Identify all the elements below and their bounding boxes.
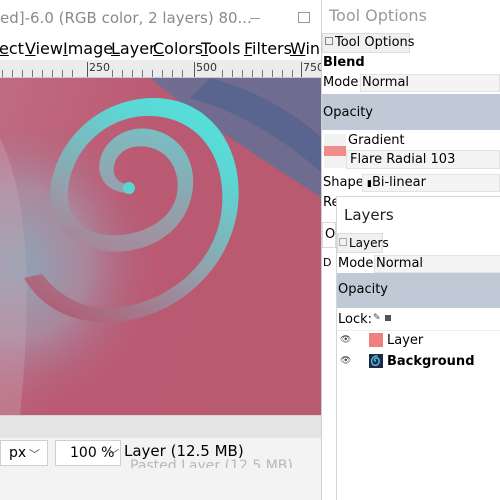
layer-row[interactable]: 👁 Background <box>337 352 500 373</box>
chevron-down-icon: ﹀ <box>108 448 119 461</box>
tab-tool-options[interactable]: Tool Options <box>322 33 415 53</box>
layer-name: Layer <box>387 333 424 348</box>
layer-mode-select[interactable]: Normal <box>374 255 500 273</box>
tool-options-title: Tool Options <box>329 6 427 25</box>
menu-item-layer[interactable]: Layer <box>111 39 156 58</box>
gradient-select[interactable]: Flare Radial 103 <box>346 150 500 169</box>
opacity-slider[interactable]: Opacity <box>322 94 500 130</box>
layer-list: 👁 Layer 👁 Background <box>337 330 500 500</box>
chevron-down-icon: ﹀ <box>29 448 40 461</box>
mode-select[interactable]: Normal <box>360 74 500 92</box>
gradient-preview[interactable] <box>324 134 346 168</box>
layers-panel: Layers Layers Mode: Normal Opacity Lock:… <box>336 196 500 500</box>
offset-field[interactable]: O <box>322 222 336 248</box>
dither-checkbox[interactable]: D <box>323 256 331 269</box>
visibility-eye-icon[interactable]: 👁 <box>340 356 351 366</box>
visibility-eye-icon[interactable]: 👁 <box>340 335 351 345</box>
status-ghost-text: Pasted Layer (12.5 MB) <box>130 458 293 468</box>
canvas-artwork <box>0 78 322 415</box>
shape-row: Shape: ▮Bi-linear <box>322 174 500 192</box>
unit-value: px <box>9 445 27 461</box>
horizontal-scrollbar[interactable] <box>0 416 336 438</box>
tab-menu-icon <box>339 238 347 246</box>
layer-row[interactable]: 👁 Layer <box>337 331 500 352</box>
layer-thumbnail <box>369 354 383 368</box>
tab-layers-label: Layers <box>349 236 389 250</box>
unit-select[interactable]: px ﹀ <box>0 440 48 466</box>
menu-item-image[interactable]: Image <box>63 39 113 58</box>
tool-name-heading: Blend <box>323 55 365 70</box>
ruler-label-750: 750 <box>303 61 322 74</box>
zoom-select[interactable]: 100 % ﹀ <box>55 440 121 466</box>
gradient-label: Gradient <box>348 133 405 148</box>
menu-item-colors[interactable]: Colors <box>153 39 203 58</box>
layer-thumbnail <box>369 333 383 347</box>
ruler-label-250: 250 <box>89 61 110 74</box>
layer-opacity-slider[interactable]: Opacity <box>337 273 500 308</box>
tab-menu-icon <box>325 37 333 45</box>
mode-label: Mode: <box>323 75 363 90</box>
horizontal-ruler[interactable]: 250 500 750 <box>0 60 322 78</box>
lock-label: Lock: <box>338 312 373 327</box>
layer-opacity-label: Opacity <box>338 282 389 297</box>
blend-mode-row: Mode: Normal <box>322 74 500 92</box>
lock-row: Lock: ✎ <box>337 310 500 328</box>
maximize-icon[interactable] <box>298 12 310 23</box>
menu-item-tools[interactable]: Tools <box>201 39 240 58</box>
menu-item-filters[interactable]: Filters <box>244 39 292 58</box>
ruler-label-500: 500 <box>196 61 217 74</box>
menu-item-view[interactable]: View <box>25 39 63 58</box>
lock-alpha-icon[interactable] <box>385 315 391 321</box>
opacity-label: Opacity <box>323 105 374 120</box>
shape-select[interactable]: ▮Bi-linear <box>362 174 500 192</box>
lock-pixels-icon[interactable]: ✎ <box>373 313 381 323</box>
tab-layers[interactable]: Layers <box>337 233 389 253</box>
layer-mode-row: Mode: Normal <box>337 255 500 273</box>
layer-mode-label: Mode: <box>338 256 378 271</box>
tab-tool-options-label: Tool Options <box>335 35 415 50</box>
image-window-titlebar: ed]-6.0 (RGB color, 2 layers) 80... <box>0 0 336 36</box>
image-canvas[interactable] <box>0 78 322 415</box>
image-window: ed]-6.0 (RGB color, 2 layers) 80... ect … <box>0 0 336 500</box>
image-window-title: ed]-6.0 (RGB color, 2 layers) 80... <box>0 9 252 27</box>
layer-name: Background <box>387 354 475 369</box>
menu-bar: ect View Image Layer Colors Tools Filter… <box>0 38 336 60</box>
status-bar: px ﹀ 100 % ﹀ Layer (12.5 MB) Pasted Laye… <box>0 415 336 500</box>
layers-title: Layers <box>344 206 394 224</box>
minimize-icon[interactable] <box>250 18 260 19</box>
menu-item-select[interactable]: ect <box>0 39 24 58</box>
